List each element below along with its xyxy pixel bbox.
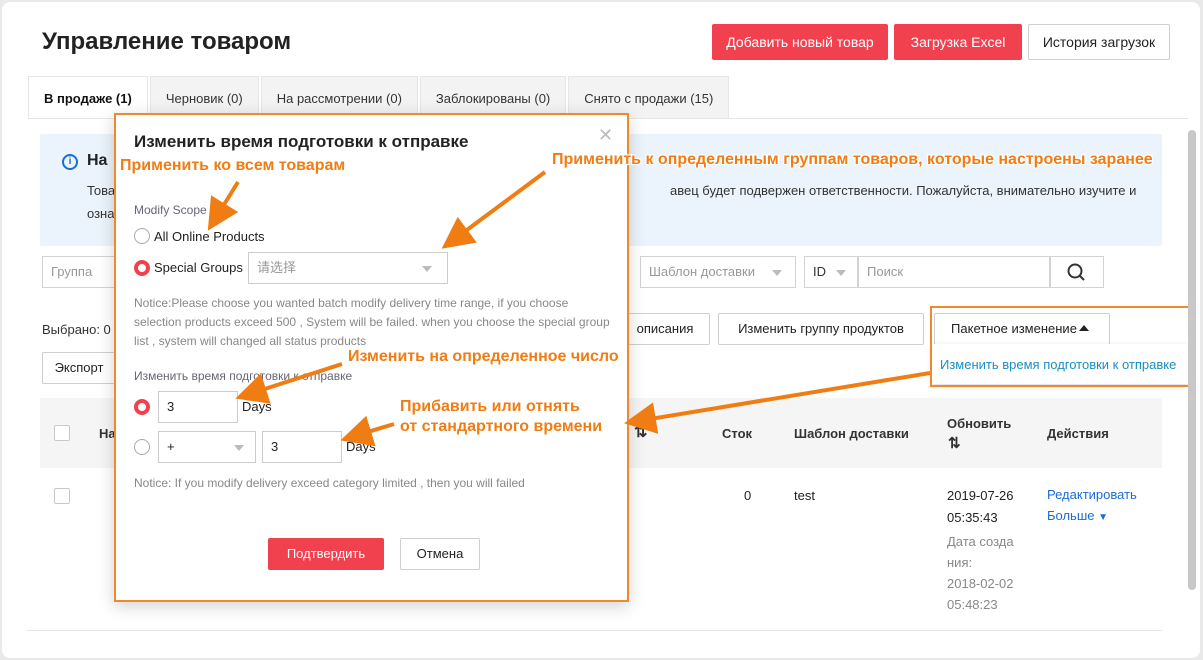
annotation-apply-all: Применить ко всем товарам [120, 157, 346, 174]
arrow-apply-all [207, 180, 240, 231]
annotation-add-subtract-2: от стандартного времени [400, 418, 603, 435]
annotation-apply-groups: Применить к определенным группам товаров… [552, 151, 1153, 168]
arrow-set-number [235, 362, 343, 404]
annotation-add-subtract-1: Прибавить или отнять [400, 398, 580, 415]
annotation-set-number: Изменить на определенное число [348, 348, 619, 365]
annotation-arrows [207, 170, 931, 447]
arrow-menu-to-modal [624, 371, 931, 434]
arrow-add-subtract [340, 415, 395, 447]
arrow-apply-groups [441, 170, 547, 249]
